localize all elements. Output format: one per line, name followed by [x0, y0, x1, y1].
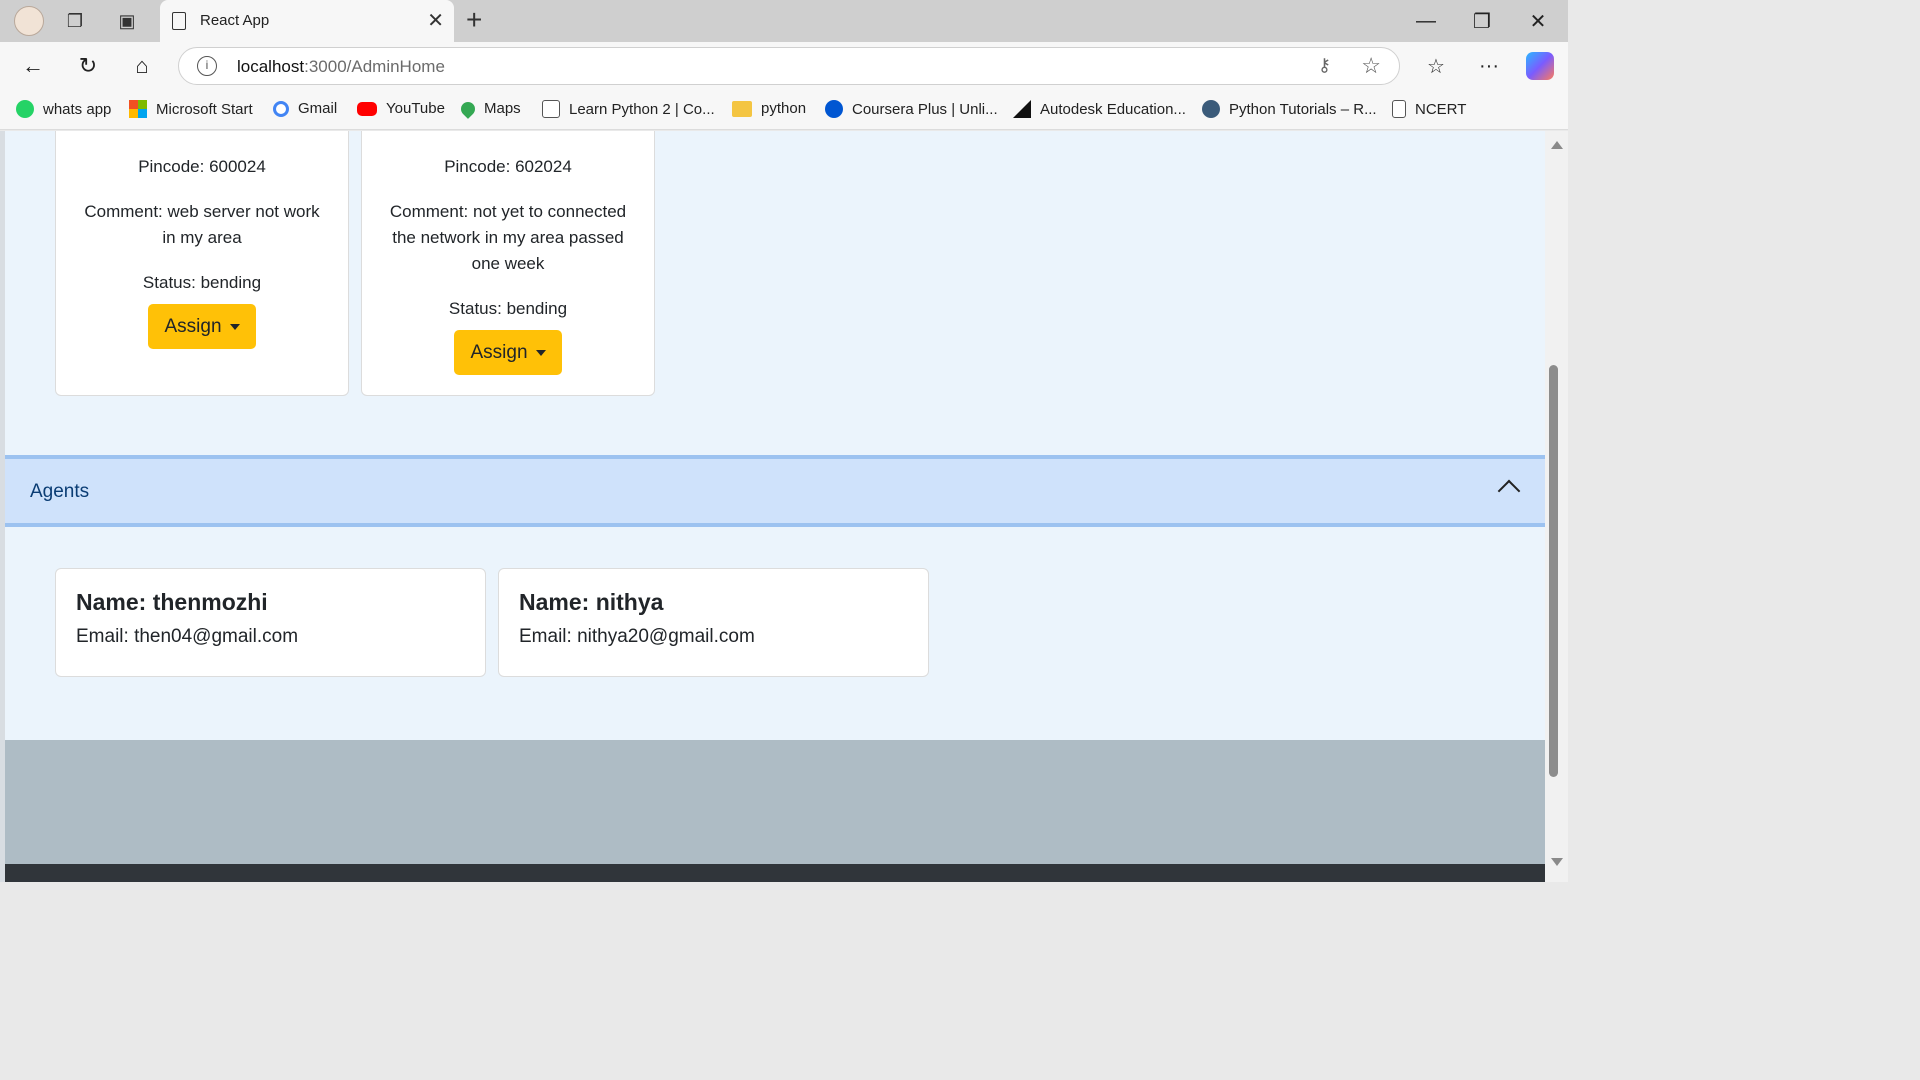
url-host: localhost — [237, 57, 305, 76]
bookmark-maps[interactable]: Maps — [458, 98, 521, 119]
agent-email: Email: nithya20@gmail.com — [519, 626, 755, 647]
bookmark-learn-python[interactable]: Learn Python 2 | Co... — [542, 100, 715, 118]
browser-titlebar: ❐ ▣ React App ✕ + — ❐ ✕ — [0, 0, 1568, 42]
profile-avatar[interactable] — [14, 6, 44, 36]
complaint-comment: Comment: not yet to connected the networ… — [389, 202, 627, 273]
favorites-icon[interactable]: ☆ — [1419, 50, 1453, 82]
agent-email: Email: then04@gmail.com — [76, 626, 299, 647]
complaint-pincode: Pincode: 600024 — [138, 157, 266, 176]
url-path: :3000/AdminHome — [304, 57, 445, 76]
agent-card: Name: nithya Email: nithya20@gmail.com — [498, 568, 929, 677]
maps-pin-icon — [458, 98, 478, 119]
whatsapp-icon — [16, 100, 34, 118]
site-info-icon[interactable]: i — [197, 56, 217, 76]
home-icon[interactable]: ⌂ — [125, 50, 159, 82]
bookmark-label: Gmail — [298, 100, 338, 117]
browser-toolbar: ← ↻ ⌂ i localhost:3000/AdminHome ⚷ ☆ ☆ ·… — [0, 42, 1568, 90]
vertical-scrollbar[interactable] — [1545, 131, 1568, 882]
copilot-icon[interactable] — [1526, 52, 1554, 80]
bookmark-label: NCERT — [1415, 100, 1467, 118]
workspaces-icon[interactable]: ❐ — [60, 6, 90, 36]
bookmarks-bar: whats app Microsoft Start Gmail YouTube … — [0, 90, 1568, 130]
scroll-thumb[interactable] — [1549, 365, 1558, 777]
assign-dropdown-button[interactable]: Assign — [454, 330, 562, 375]
close-window-icon[interactable]: ✕ — [1518, 6, 1558, 36]
autodesk-icon — [1013, 100, 1031, 118]
google-icon — [273, 100, 289, 117]
page-viewport: Pincode: 600024 Comment: web server not … — [0, 131, 1545, 882]
restore-icon[interactable]: ❐ — [1462, 6, 1502, 36]
close-tab-icon[interactable]: ✕ — [427, 8, 444, 33]
chevron-up-icon — [1497, 479, 1521, 503]
bookmark-whatsapp[interactable]: whats app — [16, 100, 111, 118]
bookmark-label: Coursera Plus | Unli... — [852, 100, 998, 118]
caret-down-icon — [535, 349, 546, 356]
page-footer — [5, 740, 1545, 864]
bookmark-ncert[interactable]: NCERT — [1392, 100, 1466, 118]
agent-card: Name: thenmozhi Email: then04@gmail.com — [55, 568, 486, 677]
bookmark-gmail[interactable]: Gmail — [273, 100, 337, 117]
assign-label: Assign — [164, 315, 222, 337]
scroll-up-arrow-icon[interactable] — [1551, 141, 1563, 149]
bookmark-python-tutorials[interactable]: Python Tutorials – R... — [1202, 100, 1377, 118]
bookmark-label: YouTube — [386, 100, 445, 117]
complaint-status: Status: bending — [142, 273, 262, 292]
new-tab-icon[interactable]: + — [466, 4, 482, 36]
bookmark-label: Microsoft Start — [156, 100, 253, 118]
complaint-card: Pincode: 602024 Comment: not yet to conn… — [361, 131, 655, 396]
bookmark-label: Learn Python 2 | Co... — [569, 100, 715, 118]
realpython-icon — [1202, 100, 1220, 118]
page-footer-bar — [5, 864, 1545, 882]
assign-dropdown-button[interactable]: Assign — [148, 304, 256, 349]
bookmark-autodesk[interactable]: Autodesk Education... — [1013, 100, 1186, 118]
agents-accordion-header[interactable]: Agents — [5, 455, 1545, 527]
scroll-down-arrow-icon[interactable] — [1551, 858, 1563, 866]
tab-title: React App — [200, 12, 270, 29]
url-text[interactable]: localhost:3000/AdminHome — [237, 57, 445, 77]
agent-name: Name: nithya — [519, 589, 664, 615]
bookmark-label: Maps — [484, 100, 521, 117]
caret-down-icon — [229, 323, 240, 330]
bookmark-python-folder[interactable]: python — [732, 100, 806, 117]
page-icon — [172, 12, 186, 30]
bookmark-label: python — [761, 100, 807, 117]
bookmark-label: Autodesk Education... — [1040, 100, 1186, 118]
bookmark-youtube[interactable]: YouTube — [357, 100, 445, 117]
codecademy-icon — [542, 100, 560, 118]
agents-accordion-title: Agents — [30, 481, 90, 502]
folder-icon — [732, 100, 752, 117]
complaint-card: Pincode: 600024 Comment: web server not … — [55, 131, 349, 396]
browser-tab-active[interactable]: React App ✕ — [160, 0, 454, 42]
bookmark-microsoft-start[interactable]: Microsoft Start — [129, 100, 253, 118]
address-bar[interactable]: i localhost:3000/AdminHome ⚷ ☆ — [178, 47, 1400, 85]
bookmark-coursera[interactable]: Coursera Plus | Unli... — [825, 100, 998, 118]
complaint-pincode: Pincode: 602024 — [444, 157, 572, 176]
youtube-icon — [357, 101, 377, 116]
vertical-tabs-icon[interactable]: ▣ — [112, 6, 142, 36]
minimize-icon[interactable]: — — [1406, 6, 1446, 36]
complaint-comment: Comment: web server not work in my area — [84, 202, 320, 247]
microsoft-icon — [129, 100, 147, 118]
page-icon — [1392, 100, 1406, 118]
more-menu-icon[interactable]: ··· — [1472, 50, 1506, 82]
refresh-icon[interactable]: ↻ — [71, 50, 105, 82]
bookmark-label: Python Tutorials – R... — [1229, 100, 1377, 118]
bookmark-label: whats app — [43, 100, 112, 118]
favorite-star-icon[interactable]: ☆ — [1361, 53, 1381, 79]
agent-name: Name: thenmozhi — [76, 589, 268, 615]
complaint-status: Status: bending — [448, 299, 568, 318]
back-icon[interactable]: ← — [16, 50, 50, 82]
assign-label: Assign — [470, 341, 528, 363]
password-key-icon[interactable]: ⚷ — [1318, 55, 1331, 76]
coursera-icon — [825, 100, 843, 118]
